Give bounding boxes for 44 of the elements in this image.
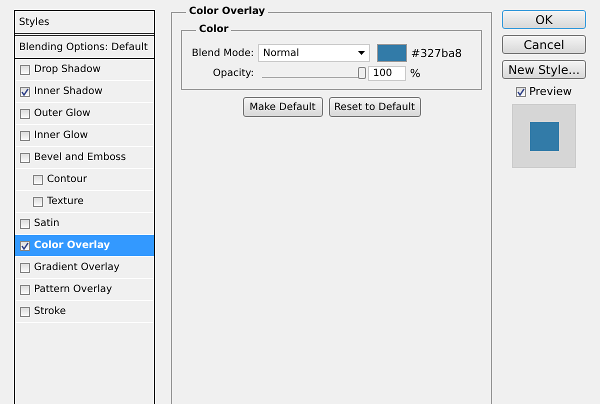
preview-checkbox[interactable]: [516, 86, 526, 96]
style-checkbox[interactable]: [20, 284, 30, 294]
styles-header: Styles: [15, 11, 154, 36]
style-checkbox[interactable]: [33, 174, 43, 184]
make-default-button[interactable]: Make Default: [242, 97, 322, 117]
style-checkbox[interactable]: [20, 152, 30, 162]
preview-label: Preview: [529, 85, 572, 98]
dialog-button[interactable]: OK: [502, 10, 586, 29]
style-checkbox[interactable]: [20, 108, 30, 118]
hex-value: #327ba8: [411, 46, 462, 60]
style-label: Drop Shadow: [34, 64, 101, 75]
style-checkbox[interactable]: [20, 218, 30, 228]
style-checkbox[interactable]: [20, 306, 30, 316]
style-label: Texture: [47, 196, 84, 207]
slider-thumb[interactable]: [358, 66, 366, 78]
opacity-field[interactable]: 100: [368, 66, 406, 80]
style-checkbox[interactable]: [20, 130, 30, 140]
style-label: Bevel and Emboss: [34, 152, 126, 163]
color-swatch[interactable]: [377, 44, 407, 62]
style-checkbox[interactable]: [20, 240, 30, 250]
style-checkbox[interactable]: [20, 86, 30, 96]
blend-mode-dropdown[interactable]: Normal: [258, 44, 370, 62]
style-label: Inner Glow: [34, 130, 88, 141]
style-label: Inner Shadow: [34, 86, 103, 97]
style-label: Pattern Overlay: [34, 284, 112, 295]
dialog-button[interactable]: New Style...: [502, 60, 586, 79]
style-label: Outer Glow: [34, 108, 90, 119]
opacity-label: Opacity:: [212, 68, 254, 78]
style-label: Color Overlay: [34, 240, 110, 251]
group-title: Color: [196, 24, 232, 35]
section-title: Color Overlay: [186, 6, 268, 17]
style-label: Contour: [47, 174, 87, 185]
style-label: Gradient Overlay: [34, 262, 120, 273]
style-checkbox[interactable]: [33, 196, 43, 206]
caret-icon: [358, 51, 365, 55]
style-checkbox[interactable]: [20, 64, 30, 74]
percent-unit: %: [410, 66, 420, 80]
reset-default-button[interactable]: Reset to Default: [328, 97, 420, 117]
dialog-button[interactable]: Cancel: [502, 35, 586, 54]
preview-square: [530, 122, 558, 150]
style-label: Satin: [34, 218, 60, 229]
style-label: Stroke: [34, 306, 66, 317]
blend-mode-label: Blend Mode:: [190, 48, 254, 58]
style-checkbox[interactable]: [20, 262, 30, 272]
